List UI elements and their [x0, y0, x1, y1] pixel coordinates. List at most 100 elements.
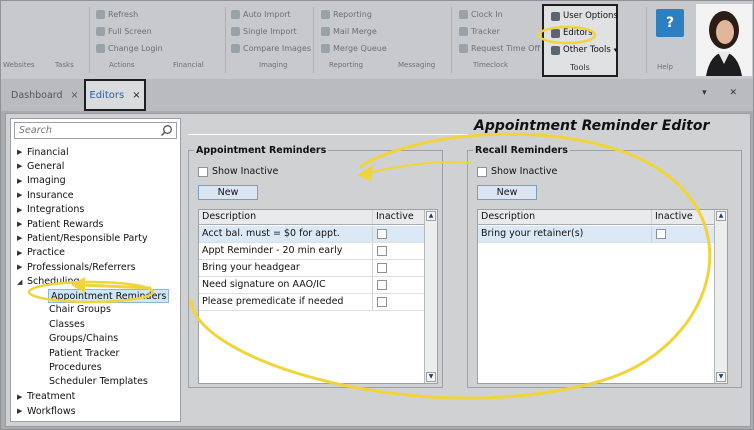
tree-item-groups-chains[interactable]: Groups/Chains: [49, 332, 118, 346]
chevron-right-icon[interactable]: ▶: [17, 148, 27, 156]
tree-node-patient-responsible-party[interactable]: ▶ Patient/Responsible Party: [17, 231, 148, 245]
tab-dashboard[interactable]: Dashboard ×: [3, 79, 87, 111]
inactive-checkbox[interactable]: [377, 263, 387, 273]
mail-merge-button[interactable]: Mail Merge: [321, 27, 377, 36]
chevron-right-icon[interactable]: ▶: [17, 220, 27, 228]
tree-node-general[interactable]: ▶ General: [17, 159, 64, 173]
tree-node-imaging[interactable]: ▶ Imaging: [17, 174, 66, 188]
full-screen-button[interactable]: Full Screen: [96, 27, 152, 36]
tree-item-chair-groups[interactable]: Chair Groups: [49, 303, 111, 317]
inactive-checkbox[interactable]: [377, 280, 387, 290]
merge-queue-button[interactable]: Merge Queue: [321, 44, 387, 53]
chevron-right-icon[interactable]: ▶: [17, 191, 27, 199]
tree-node-label: Patient/Responsible Party: [27, 232, 148, 244]
change-login-button[interactable]: Change Login: [96, 44, 163, 53]
table-row[interactable]: Acct bal. must = $0 for appt.: [199, 226, 425, 243]
column-header-inactive[interactable]: Inactive: [652, 210, 715, 224]
appointment-reminders-title: Appointment Reminders: [194, 145, 329, 156]
tracker-button[interactable]: Tracker: [459, 27, 500, 36]
editors-button[interactable]: Editors: [551, 28, 593, 38]
vertical-scrollbar[interactable]: ▲ ▼: [424, 210, 437, 383]
inactive-checkbox[interactable]: [377, 297, 387, 307]
table-row[interactable]: Please premedicate if needed: [199, 294, 425, 311]
reporting-button[interactable]: Reporting: [321, 10, 372, 19]
scroll-down-icon[interactable]: ▼: [716, 372, 726, 382]
ribbon-group-tasks[interactable]: Tasks: [55, 61, 74, 69]
description-cell[interactable]: Need signature on AAO/IC: [199, 277, 373, 293]
chevron-right-icon[interactable]: ▶: [17, 234, 27, 242]
request-time-off-button[interactable]: Request Time Off: [459, 44, 540, 53]
description-cell[interactable]: Acct bal. must = $0 for appt.: [199, 226, 373, 242]
inactive-checkbox[interactable]: [377, 229, 387, 239]
checkbox-icon[interactable]: [198, 166, 208, 177]
description-cell[interactable]: Bring your headgear: [199, 260, 373, 276]
tree-item-classes[interactable]: Classes: [49, 318, 85, 332]
close-icon[interactable]: ×: [71, 90, 79, 101]
search-box[interactable]: [14, 122, 177, 139]
chevron-down-icon[interactable]: ◢: [17, 278, 27, 286]
ribbon-group-financial[interactable]: Financial: [173, 61, 204, 69]
tree-node-treatment[interactable]: ▶ Treatment: [17, 390, 75, 404]
new-appointment-reminder-button[interactable]: New: [198, 185, 258, 200]
chevron-right-icon[interactable]: ▶: [17, 177, 27, 185]
chevron-right-icon[interactable]: ▶: [17, 393, 27, 401]
user-options-button[interactable]: User Options: [551, 11, 618, 21]
chevron-right-icon[interactable]: ▶: [17, 249, 27, 257]
search-icon[interactable]: [160, 124, 173, 137]
close-icon[interactable]: ×: [132, 90, 140, 101]
tree-node-financial[interactable]: ▶ Financial: [17, 145, 69, 159]
column-header-description[interactable]: Description: [478, 210, 652, 224]
tree-item-procedures[interactable]: Procedures: [49, 361, 102, 375]
single-import-button[interactable]: Single Import: [231, 27, 297, 36]
other-tools-button[interactable]: Other Tools ▾: [551, 45, 617, 55]
tab-editors[interactable]: Editors ×: [84, 79, 146, 111]
tree-node-label: Insurance: [27, 189, 74, 201]
compare-images-button[interactable]: Compare Images: [231, 44, 311, 53]
tree-node-patient-rewards[interactable]: ▶ Patient Rewards: [17, 217, 103, 231]
description-cell[interactable]: Bring your retainer(s): [478, 226, 652, 242]
tree-node-insurance[interactable]: ▶ Insurance: [17, 188, 74, 202]
auto-import-button[interactable]: Auto Import: [231, 10, 291, 19]
tree-node-practice[interactable]: ▶ Practice: [17, 246, 65, 260]
table-row[interactable]: Bring your headgear: [199, 260, 425, 277]
search-input[interactable]: [15, 123, 155, 138]
clock-in-button[interactable]: Clock In: [459, 10, 503, 19]
window-controls[interactable]: ▾ ✕: [702, 88, 747, 98]
ribbon-group-messaging[interactable]: Messaging: [398, 61, 435, 69]
inactive-checkbox[interactable]: [377, 246, 387, 256]
appointment-reminders-table: Description Inactive Acct bal. must = $0 f…: [198, 209, 438, 384]
tree-item-scheduler-templates[interactable]: Scheduler Templates: [49, 375, 148, 389]
show-inactive-checkbox[interactable]: Show Inactive: [477, 166, 557, 177]
vertical-scrollbar[interactable]: ▲ ▼: [714, 210, 727, 383]
help-button[interactable]: ?: [656, 9, 684, 37]
tree-node-workflows[interactable]: ▶ Workflows: [17, 404, 76, 418]
scroll-down-icon[interactable]: ▼: [426, 372, 436, 382]
chevron-right-icon[interactable]: ▶: [17, 206, 27, 214]
tree-node-scheduling[interactable]: ◢ Scheduling: [17, 275, 80, 289]
refresh-button[interactable]: Refresh: [96, 10, 138, 19]
scroll-up-icon[interactable]: ▲: [716, 211, 726, 221]
new-recall-reminder-button[interactable]: New: [477, 185, 537, 200]
description-cell[interactable]: Appt Reminder - 20 min early: [199, 243, 373, 259]
table-row[interactable]: Bring your retainer(s): [478, 226, 715, 243]
ribbon-group-reporting: Reporting: [329, 61, 364, 69]
table-row[interactable]: Need signature on AAO/IC: [199, 277, 425, 294]
scroll-up-icon[interactable]: ▲: [426, 211, 436, 221]
ribbon-group-websites[interactable]: Websites: [3, 61, 35, 69]
inactive-checkbox[interactable]: [656, 229, 666, 239]
description-cell[interactable]: Please premedicate if needed: [199, 294, 373, 310]
chevron-right-icon[interactable]: ▶: [17, 263, 27, 271]
chevron-right-icon[interactable]: ▶: [17, 162, 27, 170]
column-header-description[interactable]: Description: [199, 210, 373, 224]
show-inactive-checkbox[interactable]: Show Inactive: [198, 166, 278, 177]
tree-node-professionals-referrers[interactable]: ▶ Professionals/Referrers: [17, 260, 136, 274]
tree-node-integrations[interactable]: ▶ Integrations: [17, 203, 84, 217]
avatar[interactable]: [696, 4, 752, 76]
table-row[interactable]: Appt Reminder - 20 min early: [199, 243, 425, 260]
checkbox-icon[interactable]: [477, 166, 487, 177]
column-header-inactive[interactable]: Inactive: [373, 210, 425, 224]
tree-item-appointment-reminders[interactable]: Appointment Reminders: [48, 289, 170, 303]
change-login-icon: [96, 44, 105, 53]
chevron-right-icon[interactable]: ▶: [17, 407, 27, 415]
tree-item-patient-tracker[interactable]: Patient Tracker: [49, 347, 119, 361]
